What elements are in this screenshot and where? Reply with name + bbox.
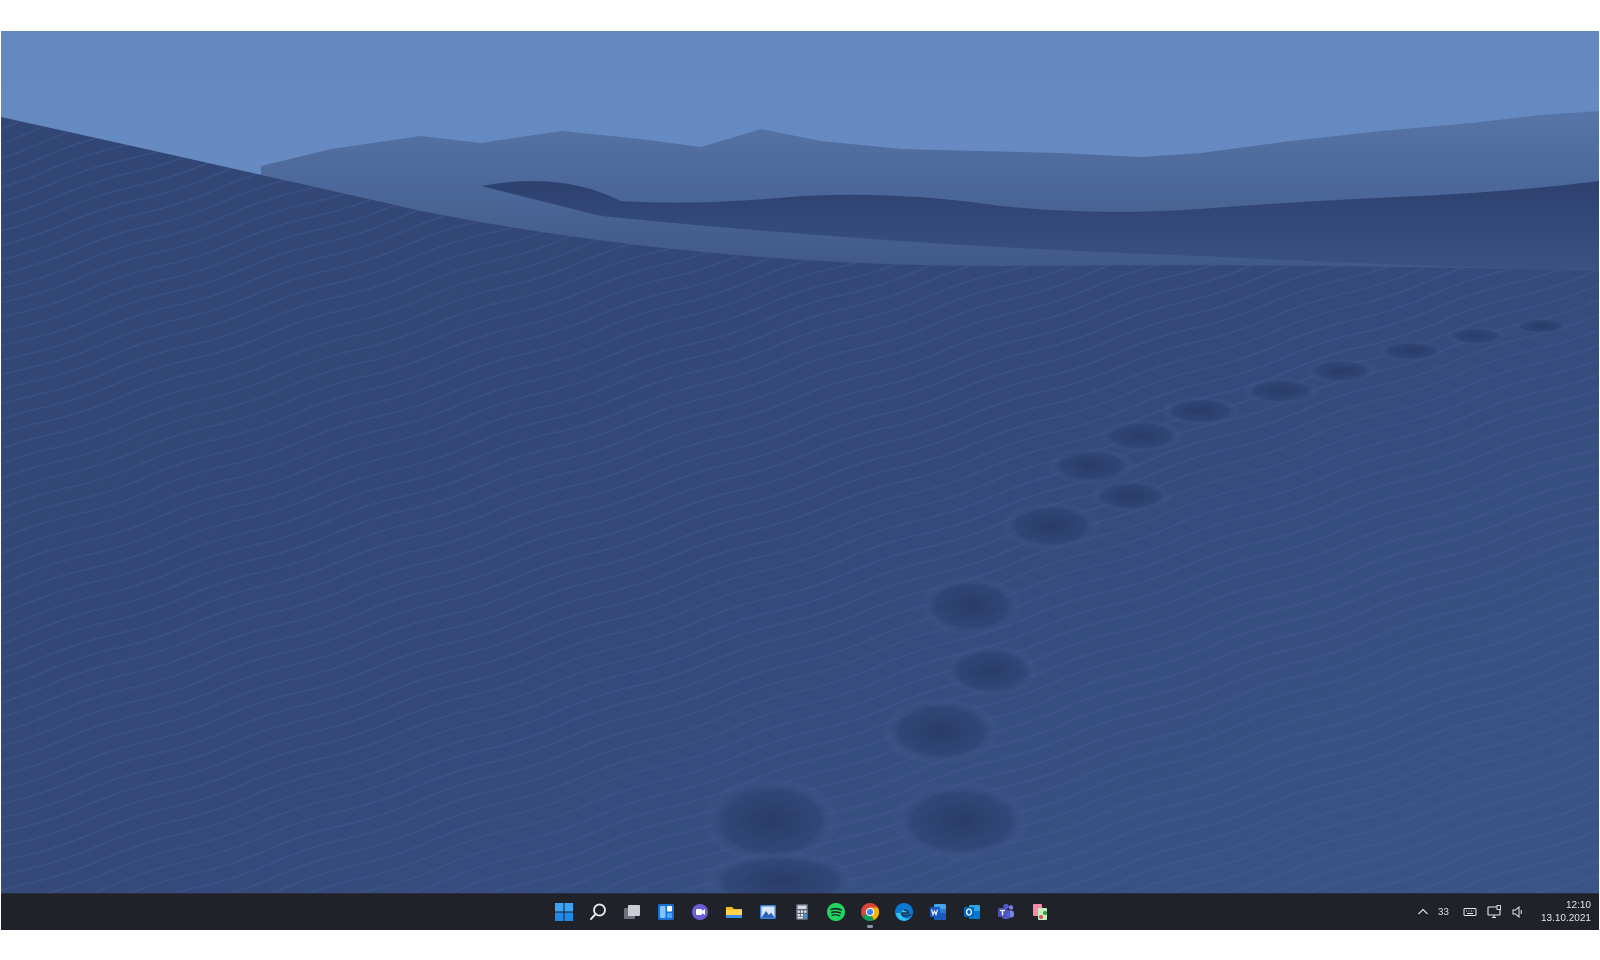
volume-icon	[1512, 905, 1522, 919]
chat-icon	[692, 904, 708, 920]
clock-button[interactable]: 12:10 13.10.2021	[1541, 899, 1591, 925]
task-view-icon	[624, 905, 640, 919]
chat-button[interactable]	[683, 894, 717, 930]
calculator-button[interactable]	[785, 894, 819, 930]
clock-date: 13.10.2021	[1540, 913, 1591, 924]
word-button[interactable]	[921, 894, 955, 930]
file-explorer-button[interactable]	[717, 894, 751, 930]
outlook-button[interactable]	[955, 894, 989, 930]
keyboard-icon	[1463, 908, 1477, 916]
start-button[interactable]	[547, 894, 581, 930]
search-icon	[590, 903, 606, 920]
windows-logo-icon	[555, 903, 573, 921]
taskbar: 33 12:10 13.10.2021	[1, 893, 1599, 930]
word-icon	[930, 904, 946, 920]
teams-icon	[998, 903, 1014, 919]
network-button[interactable]	[1485, 903, 1503, 921]
volume-button[interactable]	[1509, 903, 1527, 921]
system-tray: 33 12:10 13.10.2021	[1414, 894, 1591, 930]
desktop: 33 12:10 13.10.2021	[1, 31, 1599, 930]
network-icon	[1487, 905, 1501, 919]
folder-icon	[726, 907, 742, 918]
keyboard-button[interactable]	[1461, 903, 1479, 921]
chrome-button[interactable]	[853, 894, 887, 930]
chevron-up-icon	[1417, 908, 1428, 915]
clock-time: 12:10	[1565, 900, 1591, 911]
search-button[interactable]	[581, 894, 615, 930]
edge-button[interactable]	[887, 894, 921, 930]
outlook-icon	[964, 905, 980, 919]
spotify-button[interactable]	[819, 894, 853, 930]
calculator-icon	[796, 904, 808, 920]
photos-icon	[760, 905, 776, 919]
photos-button[interactable]	[751, 894, 785, 930]
teams-button[interactable]	[989, 894, 1023, 930]
spotify-icon	[827, 903, 845, 921]
taskbar-apps	[547, 894, 1057, 930]
snipping-tool-button[interactable]	[1023, 894, 1057, 930]
chrome-icon	[861, 903, 879, 921]
widgets-icon	[658, 904, 674, 920]
tray-overflow-button[interactable]	[1414, 903, 1432, 921]
snipping-tool-icon	[1033, 904, 1047, 920]
sand-dunes-wallpaper	[1, 31, 1599, 893]
edge-icon	[895, 903, 913, 921]
task-view-button[interactable]	[615, 894, 649, 930]
widgets-button[interactable]	[649, 894, 683, 930]
temperature-indicator[interactable]: 33	[1438, 907, 1449, 918]
